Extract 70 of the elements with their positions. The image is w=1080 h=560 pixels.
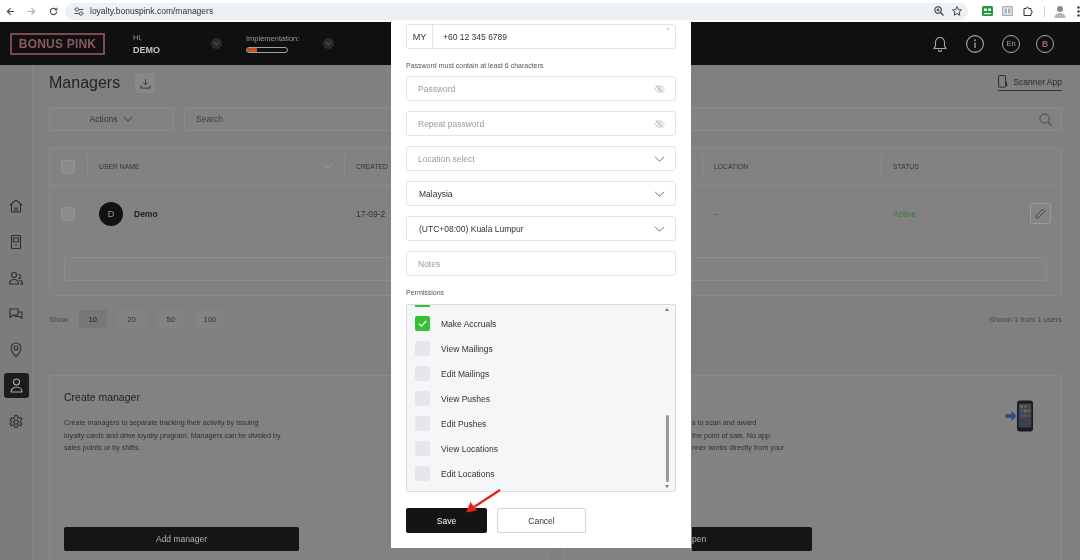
profile-avatar-icon[interactable] [1054, 4, 1066, 18]
pencil-icon [1035, 208, 1046, 219]
annotation-arrow [465, 489, 501, 513]
chat-icon[interactable] [8, 305, 24, 322]
checkbox[interactable] [415, 316, 430, 331]
select-dropdown[interactable]: Malaysia [406, 181, 676, 206]
add-manager-button[interactable]: Add manager [64, 527, 299, 551]
chevron-down-icon[interactable] [211, 38, 222, 49]
download-icon [139, 77, 151, 89]
address-bar[interactable]: loyalty.bonuspink.com/managers [65, 2, 968, 20]
info-icon[interactable] [966, 34, 984, 53]
edit-button[interactable] [1030, 203, 1051, 224]
person-icon[interactable] [3, 373, 29, 398]
page-title: Managers [49, 74, 121, 92]
settings-icon[interactable] [8, 413, 24, 430]
permission-label: Make Accruals [441, 318, 497, 329]
logo[interactable]: BONUS PINK [10, 32, 105, 55]
actions-dropdown[interactable]: Actions [49, 107, 174, 131]
table-cell: 17-09-2 [356, 208, 386, 219]
card-button[interactable]: pen [692, 527, 812, 551]
cancel-button[interactable]: Cancel [497, 508, 586, 533]
user-name: DEMO [133, 44, 160, 55]
menu-icon[interactable] [1077, 5, 1080, 17]
select-dropdown[interactable]: (UTC+08:00) Kuala Lumpur [406, 216, 676, 241]
phone-with-arrow-icon [1005, 400, 1035, 432]
eye-slash-icon[interactable] [654, 83, 665, 94]
eye-slash-icon[interactable] [654, 118, 665, 129]
download-button[interactable] [135, 73, 156, 93]
save-button[interactable]: Save [406, 508, 487, 533]
table-cell: - [714, 208, 717, 219]
password-field[interactable]: Repeat password [406, 111, 676, 136]
select-dropdown[interactable]: Location select [406, 146, 676, 171]
country-code[interactable]: MY [407, 25, 433, 48]
chevron-down-icon[interactable] [654, 225, 665, 232]
location-pin-icon[interactable] [8, 341, 24, 358]
home-icon[interactable] [8, 197, 24, 214]
puzzle-icon[interactable] [1023, 6, 1033, 16]
zoom-in-icon[interactable] [934, 6, 944, 16]
back-arrow-icon[interactable] [6, 6, 15, 16]
status-text: Active [893, 208, 917, 219]
avatar: D [99, 201, 123, 226]
permission-label: Edit Pushes [441, 418, 487, 429]
password-field[interactable]: Password [406, 76, 676, 101]
phone-icon [998, 75, 1009, 88]
table-cell: Demo [134, 208, 158, 219]
permission-label: View Locations [441, 443, 499, 454]
permission-label: Edit Locations [441, 468, 495, 479]
extension-icon[interactable] [1002, 6, 1013, 16]
scrollbar-thumb[interactable] [666, 415, 669, 482]
users-icon[interactable] [8, 269, 24, 286]
chevron-down-icon[interactable] [654, 155, 665, 162]
permission-label: View Pushes [441, 393, 490, 404]
permission-label: View Mailings [441, 343, 493, 354]
chevron-down-icon[interactable] [323, 38, 334, 49]
forward-arrow-icon[interactable] [27, 6, 36, 16]
permission-label: Edit Mailings [441, 368, 490, 379]
reload-icon[interactable] [49, 6, 58, 16]
extension-icon[interactable] [982, 6, 993, 16]
bookmark-star-icon[interactable] [952, 6, 962, 16]
chevron-down-icon [123, 116, 134, 122]
phone-icon[interactable] [8, 233, 24, 250]
scroll-up-arrow-icon[interactable] [665, 308, 669, 311]
scroll-down-arrow-icon[interactable] [665, 485, 669, 488]
scanner-app-link[interactable]: Scanner App [998, 75, 1062, 91]
search-icon[interactable] [1039, 112, 1052, 126]
text-field[interactable]: Notes [406, 251, 676, 276]
site-settings-icon[interactable] [74, 6, 84, 16]
card-title: Create manager [64, 390, 140, 404]
notification-bell-icon[interactable] [933, 35, 947, 52]
chevron-down-icon[interactable] [654, 190, 665, 197]
